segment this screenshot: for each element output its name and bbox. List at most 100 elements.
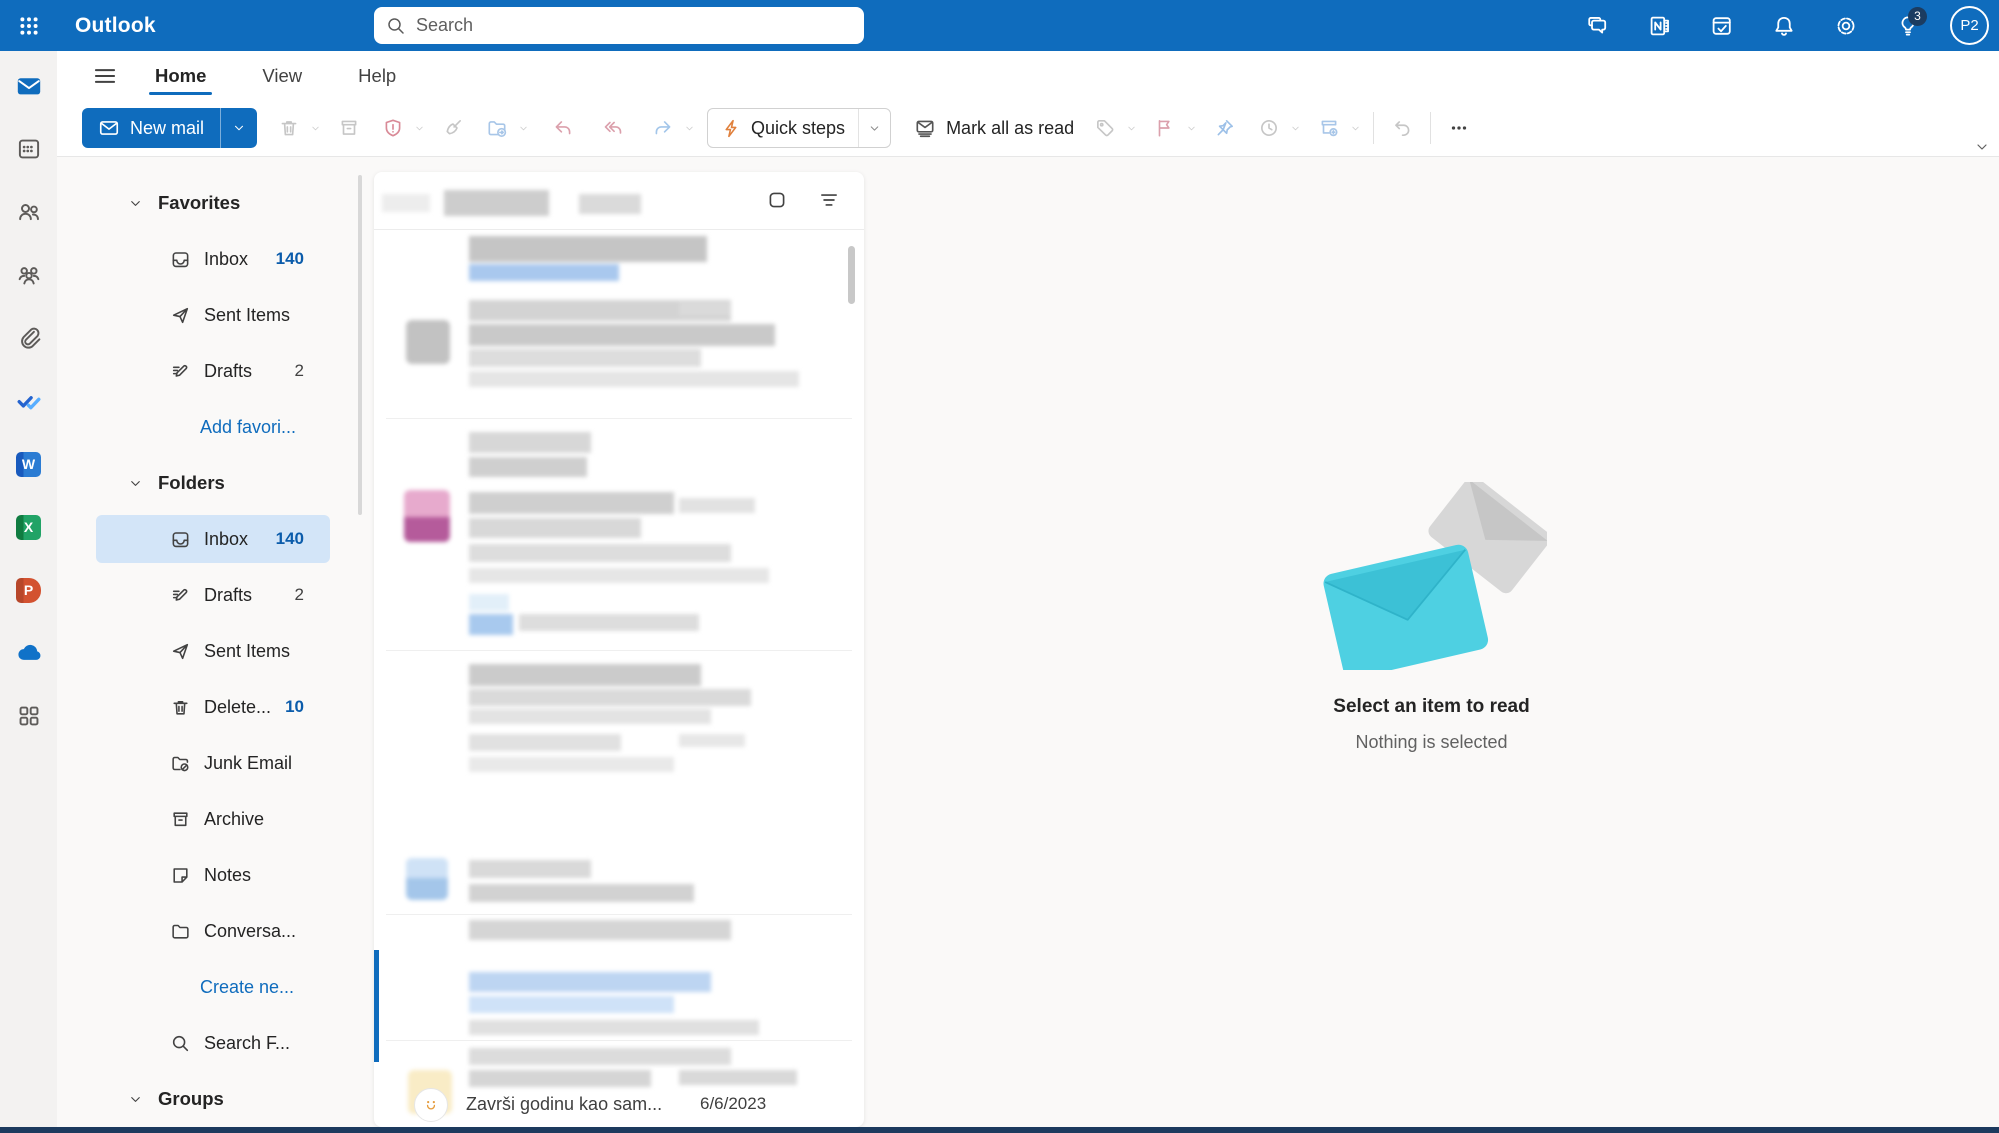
empty-state-subtitle: Nothing is selected: [1355, 732, 1507, 753]
quick-steps-dropdown[interactable]: [858, 109, 890, 147]
create-new-folder-link[interactable]: Create ne...: [57, 959, 374, 1015]
snooze-button[interactable]: [1251, 110, 1287, 146]
more-options-button[interactable]: [1441, 110, 1477, 146]
new-mail-button[interactable]: New mail: [82, 108, 257, 148]
reply-button[interactable]: [545, 110, 581, 146]
flag-button[interactable]: [1147, 110, 1183, 146]
tab-home[interactable]: Home: [153, 55, 208, 97]
undo-button[interactable]: [1384, 110, 1420, 146]
reading-pane: Select an item to read Nothing is select…: [864, 157, 1999, 1127]
snooze-dropdown-icon[interactable]: [1287, 110, 1303, 146]
rail-calendar-button[interactable]: [10, 130, 48, 168]
app-launcher-button[interactable]: [0, 0, 57, 51]
tab-view[interactable]: View: [260, 55, 304, 97]
rail-people-button[interactable]: [10, 193, 48, 231]
delete-button[interactable]: [271, 110, 307, 146]
empty-state-envelopes-illustration: [1317, 482, 1547, 670]
toggle-folder-pane-button[interactable]: [83, 56, 127, 96]
categorize-dropdown-icon[interactable]: [1123, 110, 1139, 146]
forward-dropdown-icon[interactable]: [681, 110, 697, 146]
report-dropdown-icon[interactable]: [411, 110, 427, 146]
rail-more-apps-button[interactable]: [10, 697, 48, 735]
categorize-button[interactable]: [1087, 110, 1123, 146]
mark-all-as-read-button[interactable]: Mark all as read: [901, 108, 1087, 148]
sweep-button[interactable]: [435, 110, 471, 146]
rail-mail-button[interactable]: [10, 67, 48, 105]
new-mail-label: New mail: [130, 118, 204, 139]
forward-button[interactable]: [645, 110, 681, 146]
app-rail: W X P: [0, 51, 57, 1127]
search-input[interactable]: Search: [374, 7, 864, 44]
list-divider: [386, 650, 852, 651]
notifications-button[interactable]: [1764, 6, 1804, 46]
tab-help[interactable]: Help: [356, 55, 398, 97]
empty-state-title: Select an item to read: [1333, 696, 1529, 718]
folders-conversation-history[interactable]: Conversa...: [96, 907, 330, 955]
section-folders[interactable]: Folders: [57, 455, 374, 511]
reply-icon: [552, 117, 574, 139]
onedrive-icon: [14, 638, 44, 668]
archive-icon: [338, 117, 360, 139]
rail-todo-button[interactable]: [10, 382, 48, 420]
tag-icon: [1094, 117, 1116, 139]
reply-all-icon: [602, 117, 624, 139]
item-count: 2: [295, 361, 304, 381]
folders-notes[interactable]: Notes: [96, 851, 330, 899]
shield-alert-icon: [382, 117, 404, 139]
report-button[interactable]: [375, 110, 411, 146]
section-favorites[interactable]: Favorites: [57, 175, 374, 231]
topbar: Outlook Search 3 P2: [0, 0, 1999, 51]
rail-files-button[interactable]: [10, 319, 48, 357]
folders-junk-email[interactable]: Junk Email: [96, 739, 330, 787]
todo-day-button[interactable]: [1702, 6, 1742, 46]
message-list-item[interactable]: Završi godinu kao sam... 6/6/2023: [374, 1082, 864, 1127]
chat-button[interactable]: [1578, 6, 1618, 46]
folders-deleted-items[interactable]: Delete... 10: [96, 683, 330, 731]
new-mail-dropdown[interactable]: [221, 108, 257, 148]
folders-search-folders[interactable]: Search F...: [96, 1019, 330, 1067]
message-list-pane: Završi godinu kao sam... 6/6/2023: [374, 172, 864, 1127]
folder-pane-scrollbar[interactable]: [358, 175, 362, 515]
pin-button[interactable]: [1207, 110, 1243, 146]
account-avatar[interactable]: P2: [1950, 6, 1989, 45]
rail-excel-button[interactable]: X: [10, 508, 48, 546]
folders-archive[interactable]: Archive: [96, 795, 330, 843]
chat-icon: [1586, 14, 1610, 38]
rail-groups-button[interactable]: [10, 256, 48, 294]
move-to-button[interactable]: [479, 110, 515, 146]
flag-dropdown-icon[interactable]: [1183, 110, 1199, 146]
settings-button[interactable]: [1826, 6, 1866, 46]
app-title: Outlook: [75, 14, 156, 38]
message-date: 6/6/2023: [700, 1094, 766, 1114]
trash-icon: [278, 117, 300, 139]
move-to-dropdown-icon[interactable]: [515, 110, 531, 146]
collapse-ribbon-button[interactable]: [1974, 139, 1990, 155]
quick-steps-button[interactable]: Quick steps: [707, 108, 891, 148]
archive-button[interactable]: [331, 110, 367, 146]
onenote-feed-button[interactable]: [1640, 6, 1680, 46]
message-subject: Završi godinu kao sam...: [466, 1094, 688, 1115]
rules-dropdown-icon[interactable]: [1347, 110, 1363, 146]
rules-button[interactable]: [1311, 110, 1347, 146]
favorites-sent-items[interactable]: Sent Items: [96, 291, 330, 339]
folders-sent-items[interactable]: Sent Items: [96, 627, 330, 675]
reply-all-button[interactable]: [595, 110, 631, 146]
favorites-drafts[interactable]: Drafts 2: [96, 347, 330, 395]
junk-folder-icon: [170, 753, 191, 774]
add-favorite-link[interactable]: Add favori...: [57, 399, 374, 455]
tips-button[interactable]: 3: [1888, 6, 1928, 46]
rail-word-button[interactable]: W: [10, 445, 48, 483]
folders-inbox[interactable]: Inbox 140: [96, 515, 330, 563]
rail-powerpoint-button[interactable]: P: [10, 571, 48, 609]
message-list-scrollbar[interactable]: [848, 246, 855, 304]
send-icon: [170, 305, 191, 326]
select-messages-button[interactable]: [762, 185, 792, 215]
favorites-inbox[interactable]: Inbox 140: [96, 235, 330, 283]
delete-dropdown-icon[interactable]: [307, 110, 323, 146]
hamburger-icon: [92, 63, 118, 89]
section-groups[interactable]: Groups: [57, 1071, 374, 1127]
list-divider: [386, 418, 852, 419]
folders-drafts[interactable]: Drafts 2: [96, 571, 330, 619]
filter-button[interactable]: [814, 185, 844, 215]
rail-onedrive-button[interactable]: [10, 634, 48, 672]
